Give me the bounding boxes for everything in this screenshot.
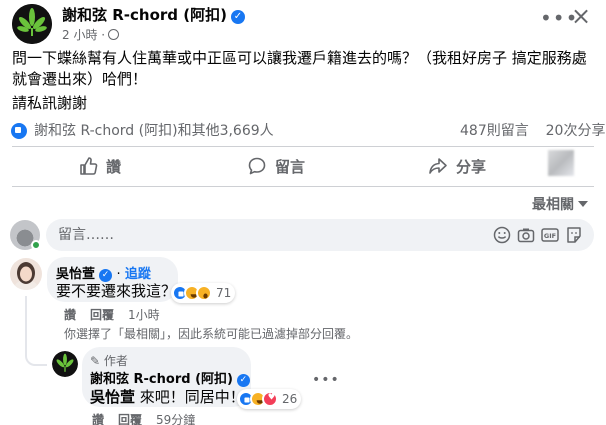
reaction-icons[interactable] [9, 120, 29, 141]
author-tag: ✎ 作者 [90, 352, 128, 369]
reply-author-avatar[interactable] [52, 351, 78, 377]
comment-input[interactable] [58, 219, 478, 251]
comment-time[interactable]: 1小時 [128, 308, 160, 322]
thread-connector [25, 346, 47, 366]
verified-badge-icon: ✓ [230, 10, 245, 24]
comment-reply-action[interactable]: 回覆 [90, 308, 114, 322]
page-avatar-image [12, 4, 52, 44]
reaction-names[interactable]: 謝和弦 R-chord (阿扣)和其他3,669人 [34, 120, 274, 140]
comment-count[interactable]: 487則留言 [460, 123, 529, 139]
filter-notice: 你選擇了「最相關」，因此系統可能已過濾掉部分回覆。 [64, 327, 359, 341]
comment-label: 留言 [275, 157, 306, 176]
comment-reaction-count: 71 [216, 286, 232, 300]
reply-author[interactable]: 謝和弦 R-chord (阿扣) ✓ [90, 368, 250, 387]
post-stats: 487則留言 20次分享 [460, 120, 605, 140]
commenter-avatar[interactable] [10, 258, 42, 290]
close-button[interactable]: × [571, 4, 591, 28]
more-horizontal-icon: ••• [312, 372, 340, 388]
close-icon: × [571, 2, 592, 30]
reply-like-action[interactable]: 讚 [92, 413, 104, 425]
like-label: 讚 [106, 157, 122, 176]
reply-avatar-image [52, 351, 78, 377]
thread-line [25, 296, 27, 350]
comment-like-action[interactable]: 讚 [64, 308, 76, 322]
wow-reaction-icon [196, 285, 212, 301]
page-avatar[interactable] [12, 4, 52, 44]
post-body: 問一下蝶絲幫有人住萬華或中正區可以讓我遷戶籍進去的嗎？（我租好房子 搞定服務處 … [12, 49, 587, 88]
sort-label: 最相關 [532, 197, 574, 213]
gif-icon[interactable]: GIF [540, 225, 560, 245]
comment-reactions[interactable]: 71 [171, 283, 236, 303]
svg-text:GIF: GIF [544, 232, 556, 240]
author-tag-label: 作者 [103, 354, 128, 368]
comment-sort-dropdown[interactable]: 最相關 [532, 194, 588, 214]
reply-reactions[interactable]: 26 [237, 389, 302, 409]
post-author[interactable]: 謝和弦 R-chord (阿扣) ✓ [62, 4, 245, 25]
caret-down-icon [578, 201, 588, 207]
reply-reaction-count: 26 [282, 392, 298, 406]
post-timestamp[interactable]: 2 小時 · [62, 26, 120, 43]
reply-author-name[interactable]: 謝和弦 R-chord (阿扣) [90, 372, 233, 387]
commenter-avatar-image [10, 258, 42, 290]
reply-time[interactable]: 59分鐘 [156, 413, 195, 425]
comment-composer: GIF [46, 219, 594, 251]
divider [12, 146, 594, 147]
comment-icon [248, 157, 266, 175]
post-body-line2: 請私訊謝謝 [12, 94, 88, 112]
comment-button[interactable]: 留言 [247, 148, 305, 184]
reply-reply-action[interactable]: 回覆 [118, 413, 142, 425]
pencil-icon: ✎ [90, 354, 101, 368]
share-button[interactable]: 分享 [428, 148, 486, 184]
thumbs-up-icon [80, 157, 98, 175]
comment-actions: 讚回覆 1小時 [64, 306, 174, 323]
comment-text: 要不要遷來我這？ [56, 282, 177, 300]
reply-more-button[interactable]: ••• [312, 372, 340, 388]
share-label: 分享 [456, 157, 487, 176]
viewer-avatar-blurred[interactable] [548, 150, 574, 176]
love-reaction-icon [262, 391, 278, 407]
like-reaction-icon [9, 120, 29, 141]
like-button[interactable]: 讚 [78, 148, 121, 184]
camera-icon[interactable] [516, 225, 536, 245]
post-author-name[interactable]: 謝和弦 R-chord (阿扣) [62, 6, 227, 24]
mention-link[interactable]: 吳怡萱 [90, 388, 135, 406]
emoji-icon[interactable] [492, 225, 512, 245]
post-time-text[interactable]: 2 小時 · [62, 28, 105, 42]
reply-text: 吳怡萱 來吧！同居中！ [90, 386, 245, 407]
online-status-icon [31, 240, 41, 250]
share-icon [429, 158, 447, 174]
reply-actions: 讚 回覆 59分鐘 [92, 411, 209, 425]
divider [12, 186, 594, 187]
globe-icon [108, 29, 120, 40]
share-count[interactable]: 20次分享 [546, 123, 606, 139]
sticker-icon[interactable] [564, 225, 584, 245]
reply-text-body: 來吧！同居中！ [135, 388, 245, 406]
